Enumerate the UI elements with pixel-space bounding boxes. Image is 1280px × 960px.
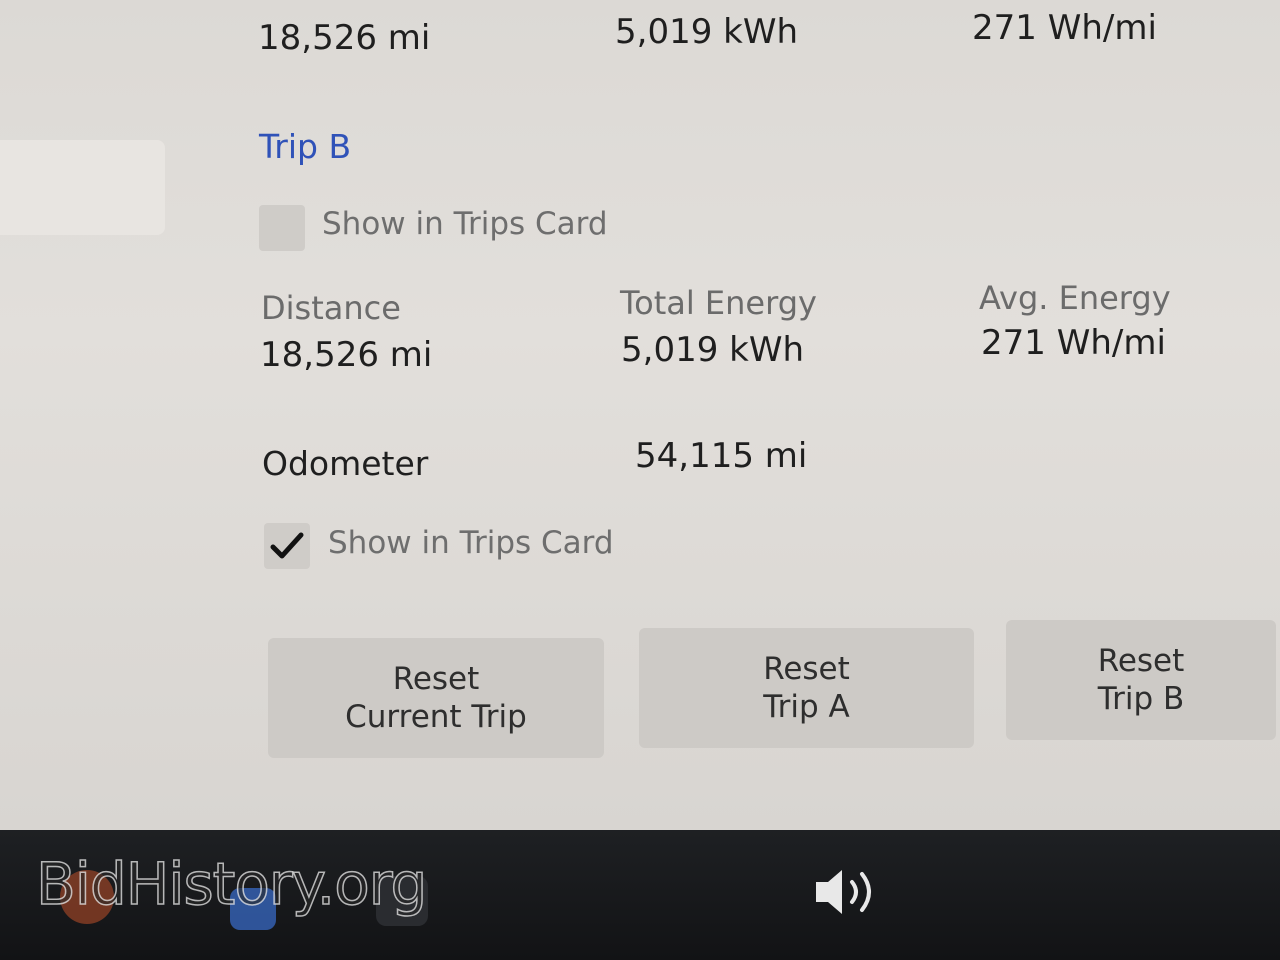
trips-settings-screen: 18,526 mi 5,019 kWh 271 Wh/mi Trip B Sho… [0,0,1280,830]
trip-a-total-energy-value: 5,019 kWh [615,12,798,52]
odometer-label: Odometer [262,444,429,483]
reset-current-line2: Current Trip [345,699,527,735]
trip-b-total-energy-label: Total Energy [620,284,817,322]
checkmark-icon [270,532,304,559]
trip-a-distance-value: 18,526 mi [258,18,431,58]
reset-b-line1: Reset [1097,643,1185,679]
reset-trip-a-button[interactable]: Reset Trip A [639,628,974,748]
trip-b-show-label[interactable]: Show in Trips Card [322,206,608,242]
odometer-show-checkbox[interactable] [264,523,310,569]
trip-b-avg-energy-label: Avg. Energy [979,279,1171,317]
trip-a-avg-energy-value: 271 Wh/mi [972,8,1157,48]
reset-current-trip-button[interactable]: Reset Current Trip [268,638,604,758]
odometer-show-label[interactable]: Show in Trips Card [328,525,614,561]
reset-trip-b-button[interactable]: Reset Trip B [1006,620,1276,740]
trip-b-avg-energy-value: 271 Wh/mi [981,323,1166,363]
reset-current-line1: Reset [392,661,480,697]
watermark-text: BidHistory.org [35,849,428,919]
trip-b-title: Trip B [259,127,352,166]
trip-b-show-checkbox[interactable] [259,205,305,251]
trip-b-distance-label: Distance [261,289,401,327]
reset-b-line2: Trip B [1097,681,1185,717]
volume-icon[interactable] [812,862,882,922]
reset-a-line1: Reset [763,651,850,687]
trip-b-distance-value: 18,526 mi [260,335,433,375]
side-menu-tab[interactable] [0,140,165,235]
reset-a-line2: Trip A [763,689,850,725]
trip-b-total-energy-value: 5,019 kWh [621,330,804,370]
odometer-value: 54,115 mi [635,436,808,476]
